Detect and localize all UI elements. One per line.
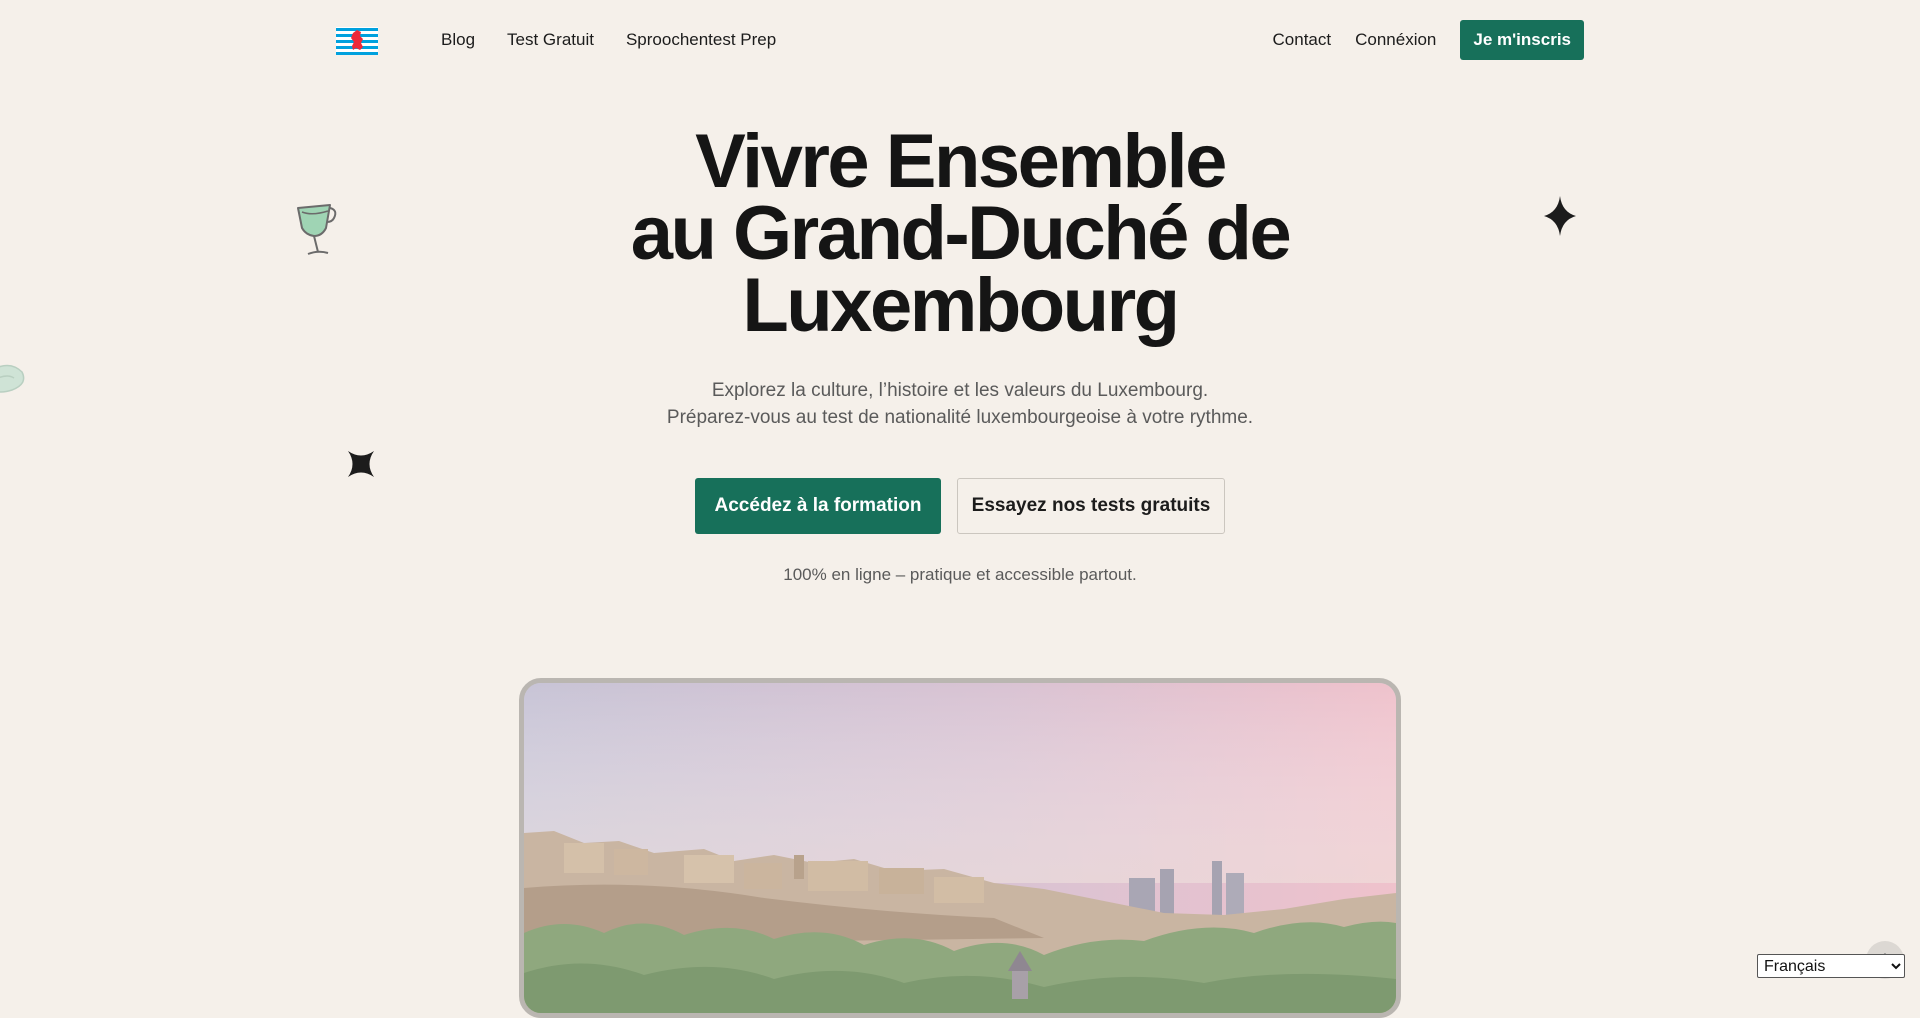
four-point-star-icon [348,451,374,477]
language-select[interactable]: Français [1757,954,1905,978]
hero-cta-group: Accédez à la formation Essayez nos tests… [0,478,1920,534]
free-tests-button[interactable]: Essayez nos tests gratuits [957,478,1225,534]
site-header: Blog Test Gratuit Sproochentest Prep Con… [0,0,1920,80]
hero-title-line: Vivre Ensemble [695,119,1227,204]
leaf-blob-icon [0,364,25,393]
city-panorama-illustration [524,683,1396,1013]
login-link[interactable]: Connéxion [1355,30,1436,50]
hero-subtitle: Explorez la culture, l’histoire et les v… [460,377,1460,431]
hero-subtitle-line: Explorez la culture, l’histoire et les v… [711,380,1209,401]
contact-link[interactable]: Contact [1273,30,1332,50]
account-nav: Contact Connéxion Je m'inscris [1273,0,1584,80]
nav-blog-link[interactable]: Blog [441,30,475,50]
online-note: 100% en ligne – pratique et accessible p… [783,565,1137,584]
nav-sproochentest-link[interactable]: Sproochentest Prep [626,30,776,50]
main-nav: Blog Test Gratuit Sproochentest Prep [441,0,776,80]
hero-subtitle-line: Préparez-vous au test de nationalité lux… [666,407,1254,428]
luxembourg-city-panorama-photo [519,678,1401,1018]
hero-title-line: au Grand-Duché de [630,191,1292,276]
access-training-button[interactable]: Accédez à la formation [695,478,941,534]
nav-test-gratuit-link[interactable]: Test Gratuit [507,30,594,50]
hero-title-line: Luxembourg [742,263,1180,348]
sparkle-star-icon [1544,196,1576,236]
wine-glass-icon [297,204,337,255]
luxembourg-lion-flag-logo[interactable] [336,27,378,55]
hero-title: Vivre Ensemble au Grand-Duché de Luxembo… [560,119,1360,348]
signup-button[interactable]: Je m'inscris [1460,20,1584,60]
